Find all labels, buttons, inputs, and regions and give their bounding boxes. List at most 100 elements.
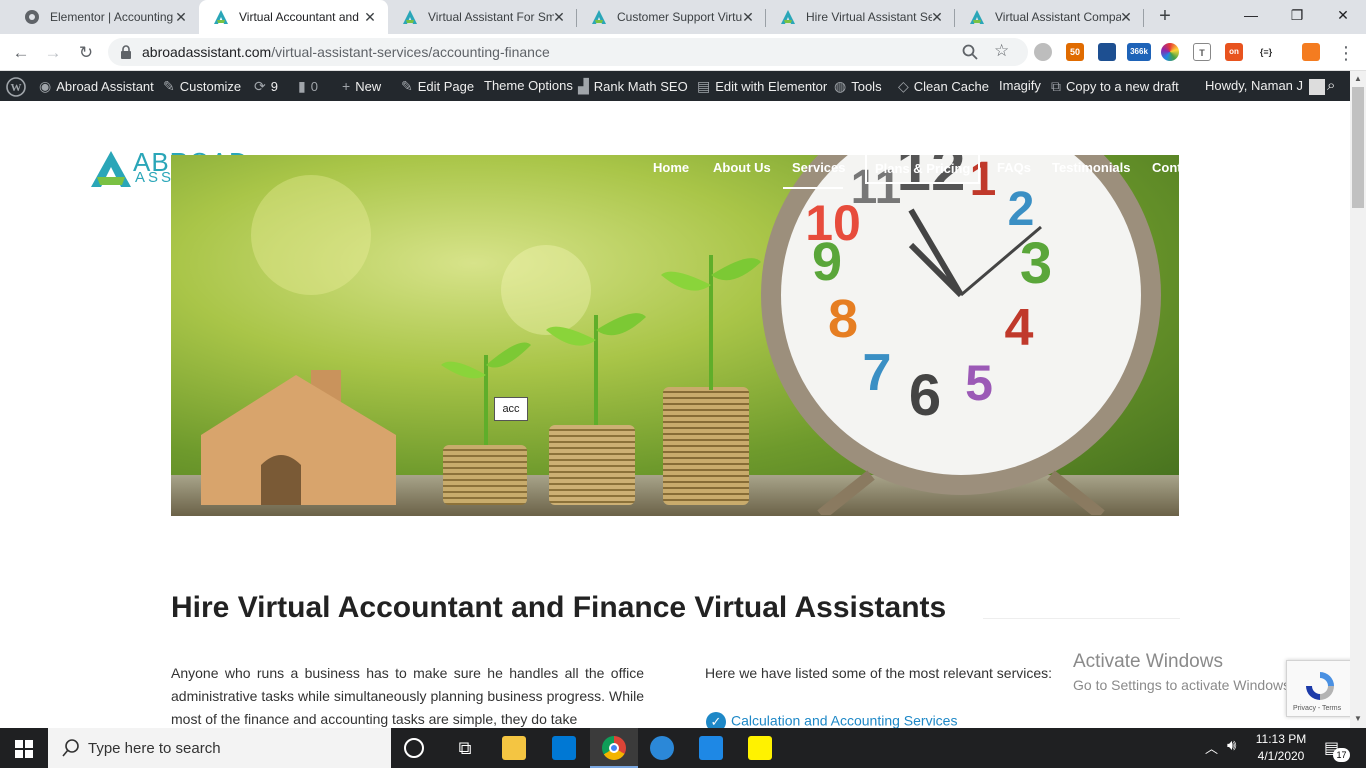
text-tool-icon[interactable]: T [1193, 43, 1211, 61]
recaptcha-icon [1306, 672, 1334, 700]
tab-elementor[interactable]: Elementor | Accounting ✕ [10, 0, 199, 34]
theme-options-link[interactable]: Theme Options [484, 71, 573, 101]
nav-contact[interactable]: Cont [1152, 160, 1182, 175]
forward-icon[interactable]: → [40, 40, 66, 66]
edit-page-label: Edit Page [417, 79, 475, 94]
tab-customer-support[interactable]: Customer Support Virtu ✕ [577, 0, 766, 34]
recaptcha-links[interactable]: Privacy - Terms [1293, 705, 1341, 712]
hero-image: 12 11 1 2 3 4 5 6 7 8 9 10 [171, 155, 1179, 516]
new-content-link[interactable]: + New [342, 71, 381, 101]
close-icon[interactable]: ✕ [173, 9, 189, 25]
restore-button[interactable]: ❐ [1274, 0, 1320, 32]
badge-on: on [1229, 47, 1239, 56]
task-view-icon[interactable]: ⧉ [453, 736, 477, 760]
tab-separator [954, 9, 955, 27]
recaptcha-badge[interactable]: Privacy - Terms [1286, 660, 1350, 717]
admin-search-icon[interactable]: ⌕ [1327, 71, 1335, 101]
lock-icon [121, 45, 131, 59]
extension-blue-icon[interactable] [1098, 43, 1116, 61]
site-name-link[interactable]: ◉ Abroad Assistant [39, 71, 154, 101]
tab-virtual-accountant[interactable]: Virtual Accountant and ✕ [199, 0, 388, 34]
tab-virtual-assistant-company[interactable]: Virtual Assistant Compa ✕ [955, 0, 1144, 34]
back-icon[interactable]: ← [8, 40, 34, 66]
zoom-icon[interactable] [962, 44, 978, 60]
ea-icon: ◍ [834, 78, 847, 94]
nav-plans-pricing[interactable]: Plans & Pricing [865, 153, 981, 184]
clock-date: 4/1/2020 [1257, 749, 1305, 763]
media-player-icon[interactable] [650, 736, 674, 760]
vscode-icon[interactable] [552, 736, 576, 760]
extension-366k-icon[interactable]: 366k [1127, 43, 1151, 61]
clean-cache-link[interactable]: ◇ Clean Cache [898, 71, 989, 101]
address-bar[interactable]: abroadassistant.com/virtual-assistant-se… [108, 38, 1028, 66]
my-account-link[interactable]: Howdy, Naman J [1205, 71, 1326, 101]
nav-about-us[interactable]: About Us [713, 160, 771, 175]
menu-kebab-icon[interactable]: ⋮ [1333, 40, 1359, 66]
taskbar-search[interactable]: Type here to search [48, 728, 391, 768]
url-text: abroadassistant.com/virtual-assistant-se… [142, 44, 550, 60]
clock-number: 10 [805, 195, 861, 251]
close-window-button[interactable]: ✕ [1320, 0, 1366, 32]
badge-366k: 366k [1130, 47, 1148, 56]
tab-hire-virtual-assistant[interactable]: Hire Virtual Assistant Se ✕ [766, 0, 955, 34]
clock-number: 3 [1020, 231, 1052, 296]
file-explorer-icon[interactable] [502, 736, 526, 760]
customize-link[interactable]: ✎ Customize [163, 71, 241, 101]
new-tab-button[interactable]: + [1153, 5, 1177, 29]
badge-50: 50 [1069, 47, 1080, 57]
site-logo-icon [592, 10, 606, 24]
scroll-down-icon[interactable]: ▼ [1354, 714, 1362, 723]
extension-grey-icon[interactable] [1034, 43, 1052, 61]
scrollbar-thumb[interactable] [1352, 87, 1364, 208]
tools-link[interactable]: ◍ Tools [834, 71, 882, 101]
theme-options-label: Theme Options [484, 78, 573, 93]
page-scrollbar[interactable]: ▲ ▼ [1350, 71, 1366, 728]
nav-testimonials[interactable]: Testimonials [1052, 160, 1131, 175]
extension-50-icon[interactable]: 50 [1066, 43, 1084, 61]
tab-virtual-assistant-small[interactable]: Virtual Assistant For Sm ✕ [388, 0, 577, 34]
scroll-up-icon[interactable]: ▲ [1354, 74, 1362, 83]
bookmark-star-icon[interactable]: ☆ [994, 41, 1009, 61]
system-clock[interactable]: 11:13 PM 4/1/2020 [1250, 731, 1312, 765]
wordpress-logo-icon[interactable]: W [6, 71, 26, 101]
edit-page-link[interactable]: ✎ Edit Page [401, 71, 474, 101]
dashboard-icon: ◉ [39, 78, 52, 94]
site-logo-icon [970, 10, 984, 24]
close-icon[interactable]: ✕ [740, 9, 756, 25]
service-link-calculation[interactable]: ✓ Calculation and Accounting Services [706, 712, 957, 728]
edit-elementor-link[interactable]: ▤ Edit with Elementor [697, 71, 827, 101]
color-picker-icon[interactable] [1161, 43, 1179, 61]
cortana-icon[interactable] [404, 738, 424, 758]
rank-math-link[interactable]: ▟ Rank Math SEO [578, 71, 688, 101]
copy-icon: ⧉ [1051, 78, 1061, 94]
chrome-icon-center [609, 743, 619, 753]
url-domain: abroadassistant.com [142, 44, 272, 60]
nav-services[interactable]: Services [792, 160, 846, 175]
site-logo-icon [403, 10, 417, 24]
updates-link[interactable]: ⟳ 9 [254, 71, 278, 101]
extension-on-icon[interactable]: on [1225, 43, 1243, 61]
notification-count: 17 [1333, 748, 1350, 762]
imagify-label: Imagify [999, 78, 1041, 93]
close-icon[interactable]: ✕ [362, 9, 378, 25]
nav-active-underline [783, 187, 843, 189]
copy-draft-link[interactable]: ⧉ Copy to a new draft [1051, 71, 1179, 101]
chrome-taskbar-button[interactable] [590, 728, 638, 768]
clock-number: 2 [1008, 183, 1035, 236]
close-icon[interactable]: ✕ [1118, 9, 1134, 25]
comments-link[interactable]: ▮ 0 [298, 71, 318, 101]
json-viewer-icon[interactable]: {≡} [1257, 43, 1275, 61]
volume-icon[interactable]: 🔊︎ [1227, 737, 1236, 754]
nav-faqs[interactable]: FAQs [997, 160, 1031, 175]
extension-orange-icon[interactable] [1302, 43, 1320, 61]
nav-home[interactable]: Home [653, 160, 689, 175]
imagify-link[interactable]: Imagify [999, 71, 1041, 101]
close-icon[interactable]: ✕ [551, 9, 567, 25]
chevron-up-icon[interactable]: ︿ [1205, 738, 1218, 757]
sticky-notes-icon[interactable] [748, 736, 772, 760]
reload-icon[interactable]: ↻ [73, 40, 99, 66]
close-icon[interactable]: ✕ [929, 9, 945, 25]
windows-start-icon[interactable] [15, 740, 33, 758]
mail-icon[interactable] [699, 736, 723, 760]
minimize-button[interactable]: — [1228, 0, 1274, 32]
